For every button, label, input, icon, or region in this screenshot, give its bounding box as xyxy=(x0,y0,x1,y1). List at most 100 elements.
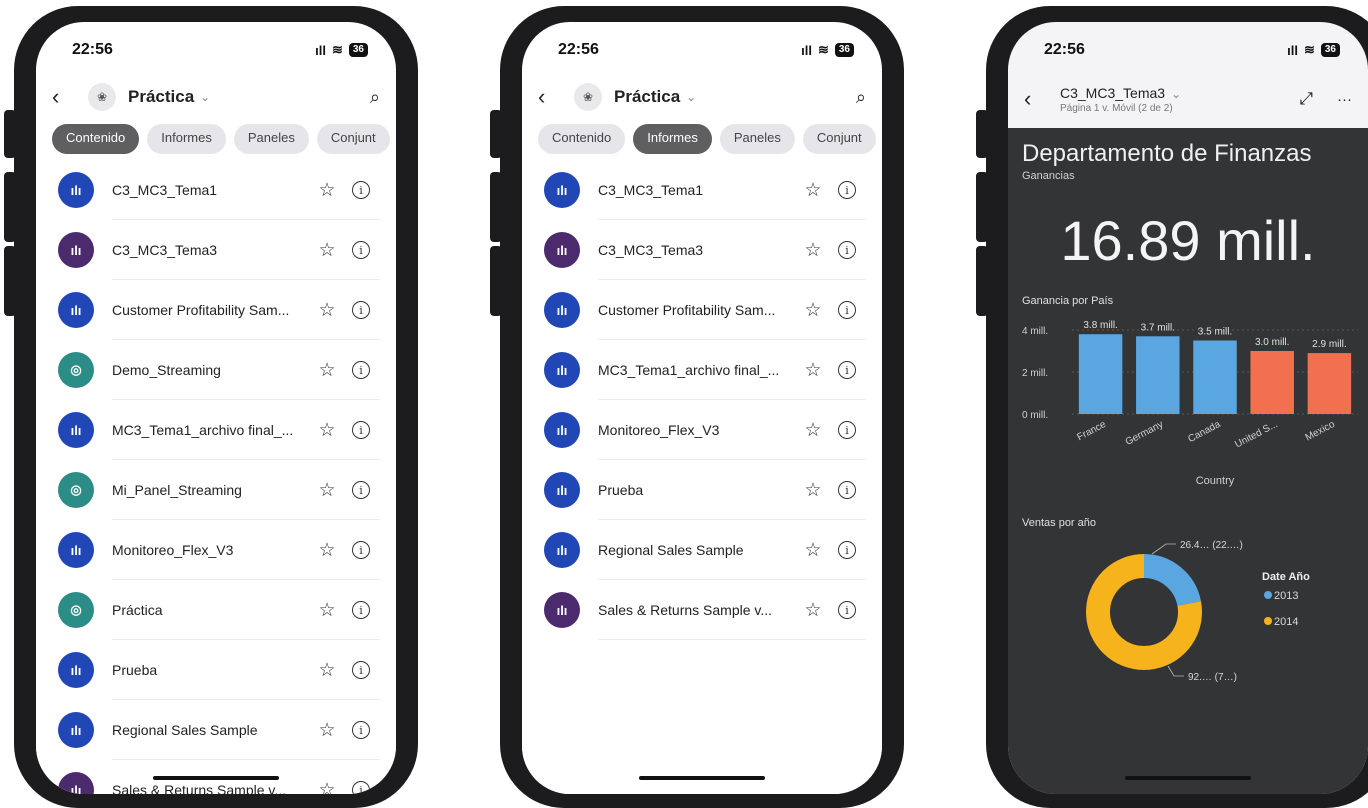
workspace-title[interactable]: Práctica xyxy=(128,87,194,107)
tab-3[interactable]: Conjunt xyxy=(802,124,876,154)
report-heading: Departamento de Finanzas xyxy=(1022,140,1312,167)
back-arrow-icon[interactable]: ‹ xyxy=(52,84,80,110)
expand-icon[interactable]: ⤢ xyxy=(1299,89,1313,109)
favorite-star-icon[interactable]: ☆ xyxy=(800,479,826,502)
info-icon[interactable]: i xyxy=(838,421,856,439)
tab-2[interactable]: Paneles xyxy=(719,124,795,154)
home-indicator[interactable] xyxy=(153,776,279,780)
x-tick-label: Canada xyxy=(1186,419,1222,445)
search-icon[interactable]: ⌕ xyxy=(856,87,866,108)
report-icon: ılı xyxy=(544,412,580,448)
back-arrow-icon[interactable]: ‹ xyxy=(538,84,566,110)
x-tick-label: Germany xyxy=(1124,419,1165,448)
data-label: 3.8 mill. xyxy=(1083,320,1117,331)
list-item[interactable]: ılı C3_MC3_Tema1 ☆ i xyxy=(522,160,882,220)
dashboard-icon: ◎ xyxy=(58,352,94,388)
info-icon[interactable]: i xyxy=(838,361,856,379)
workspace-header: ‹ ❀ Práctica ⌄ ⌕ xyxy=(538,80,866,114)
tab-1[interactable]: Informes xyxy=(633,124,712,154)
favorite-star-icon[interactable]: ☆ xyxy=(314,599,340,622)
favorite-star-icon[interactable]: ☆ xyxy=(314,419,340,442)
favorite-star-icon[interactable]: ☆ xyxy=(314,779,340,795)
tab-0[interactable]: Contenido xyxy=(538,124,626,154)
list-item[interactable]: ◎ Práctica ☆ i xyxy=(36,580,396,640)
report-icon: ılı xyxy=(58,172,94,208)
y-tick-label: 4 mill. xyxy=(1022,326,1048,337)
favorite-star-icon[interactable]: ☆ xyxy=(314,719,340,742)
tab-0[interactable]: Contenido xyxy=(52,124,140,154)
list-item[interactable]: ılı Regional Sales Sample ☆ i xyxy=(36,700,396,760)
info-icon[interactable]: i xyxy=(838,601,856,619)
info-icon[interactable]: i xyxy=(352,421,370,439)
favorite-star-icon[interactable]: ☆ xyxy=(800,239,826,262)
favorite-star-icon[interactable]: ☆ xyxy=(800,359,826,382)
tab-2[interactable]: Paneles xyxy=(233,124,309,154)
x-tick-label: United S... xyxy=(1233,419,1279,451)
info-icon[interactable]: i xyxy=(352,301,370,319)
list-item[interactable]: ılı C3_MC3_Tema3 ☆ i xyxy=(36,220,396,280)
info-icon[interactable]: i xyxy=(838,301,856,319)
chevron-down-icon[interactable]: ⌄ xyxy=(200,90,210,104)
item-name: Prueba xyxy=(112,662,158,678)
favorite-star-icon[interactable]: ☆ xyxy=(800,179,826,202)
favorite-star-icon[interactable]: ☆ xyxy=(314,359,340,382)
info-icon[interactable]: i xyxy=(838,541,856,559)
list-item[interactable]: ılı Prueba ☆ i xyxy=(522,460,882,520)
list-item[interactable]: ılı C3_MC3_Tema1 ☆ i xyxy=(36,160,396,220)
info-icon[interactable]: i xyxy=(352,181,370,199)
info-icon[interactable]: i xyxy=(838,481,856,499)
info-icon[interactable]: i xyxy=(352,481,370,499)
workspace-title[interactable]: Práctica xyxy=(614,87,680,107)
search-icon[interactable]: ⌕ xyxy=(370,87,380,108)
info-icon[interactable]: i xyxy=(352,361,370,379)
list-item[interactable]: ılı MC3_Tema1_archivo final_... ☆ i xyxy=(522,340,882,400)
home-indicator[interactable] xyxy=(639,776,765,780)
wifi-icon: ≋ xyxy=(1303,42,1315,57)
bar-chart-ganancia-por-pais[interactable]: Ganancia por País 0 mill. 2 mill. 4 mill. 3.… xyxy=(1008,288,1368,498)
list-item[interactable]: ılı Customer Profitability Sam... ☆ i xyxy=(522,280,882,340)
list-item[interactable]: ◎ Demo_Streaming ☆ i xyxy=(36,340,396,400)
favorite-star-icon[interactable]: ☆ xyxy=(800,599,826,622)
more-options-icon[interactable]: ··· xyxy=(1337,91,1352,108)
info-icon[interactable]: i xyxy=(838,181,856,199)
list-item[interactable]: ılı Regional Sales Sample ☆ i xyxy=(522,520,882,580)
filter-tabs: Contenido Informes Paneles Conjunt xyxy=(52,124,390,154)
list-item[interactable]: ılı MC3_Tema1_archivo final_... ☆ i xyxy=(36,400,396,460)
favorite-star-icon[interactable]: ☆ xyxy=(314,479,340,502)
favorite-star-icon[interactable]: ☆ xyxy=(800,419,826,442)
favorite-star-icon[interactable]: ☆ xyxy=(314,299,340,322)
info-icon[interactable]: i xyxy=(352,661,370,679)
tab-1[interactable]: Informes xyxy=(147,124,226,154)
tab-3[interactable]: Conjunt xyxy=(316,124,390,154)
favorite-star-icon[interactable]: ☆ xyxy=(314,659,340,682)
donut-chart-ventas-por-anio[interactable]: Ventas por año 26.4… (22.…) 92.… (7…) Date … xyxy=(1008,514,1368,694)
list-item[interactable]: ılı Customer Profitability Sam... ☆ i xyxy=(36,280,396,340)
list-item[interactable]: ılı Prueba ☆ i xyxy=(36,640,396,700)
info-icon[interactable]: i xyxy=(352,721,370,739)
status-bar: 22:56 ıll ≋ 36 xyxy=(558,40,854,60)
favorite-star-icon[interactable]: ☆ xyxy=(800,299,826,322)
favorite-star-icon[interactable]: ☆ xyxy=(314,539,340,562)
list-item[interactable]: ılı Monitoreo_Flex_V3 ☆ i xyxy=(36,520,396,580)
item-name: Monitoreo_Flex_V3 xyxy=(112,542,234,558)
back-arrow-icon[interactable]: ‹ xyxy=(1024,86,1052,112)
report-icon: ılı xyxy=(58,292,94,328)
info-icon[interactable]: i xyxy=(352,541,370,559)
slice-label: 92.… (7…) xyxy=(1188,672,1237,683)
item-name: C3_MC3_Tema1 xyxy=(598,182,704,198)
info-icon[interactable]: i xyxy=(838,241,856,259)
home-indicator[interactable] xyxy=(1125,776,1251,780)
list-item[interactable]: ◎ Mi_Panel_Streaming ☆ i xyxy=(36,460,396,520)
info-icon[interactable]: i xyxy=(352,781,370,794)
item-name: Regional Sales Sample xyxy=(112,722,258,738)
report-title-block[interactable]: C3_MC3_Tema3 ⌄ Página 1 v. Móvil (2 de 2) xyxy=(1060,85,1181,114)
chevron-down-icon[interactable]: ⌄ xyxy=(686,90,696,104)
favorite-star-icon[interactable]: ☆ xyxy=(314,179,340,202)
favorite-star-icon[interactable]: ☆ xyxy=(800,539,826,562)
info-icon[interactable]: i xyxy=(352,601,370,619)
list-item[interactable]: ılı Sales & Returns Sample v... ☆ i xyxy=(522,580,882,640)
info-icon[interactable]: i xyxy=(352,241,370,259)
list-item[interactable]: ılı C3_MC3_Tema3 ☆ i xyxy=(522,220,882,280)
list-item[interactable]: ılı Monitoreo_Flex_V3 ☆ i xyxy=(522,400,882,460)
favorite-star-icon[interactable]: ☆ xyxy=(314,239,340,262)
